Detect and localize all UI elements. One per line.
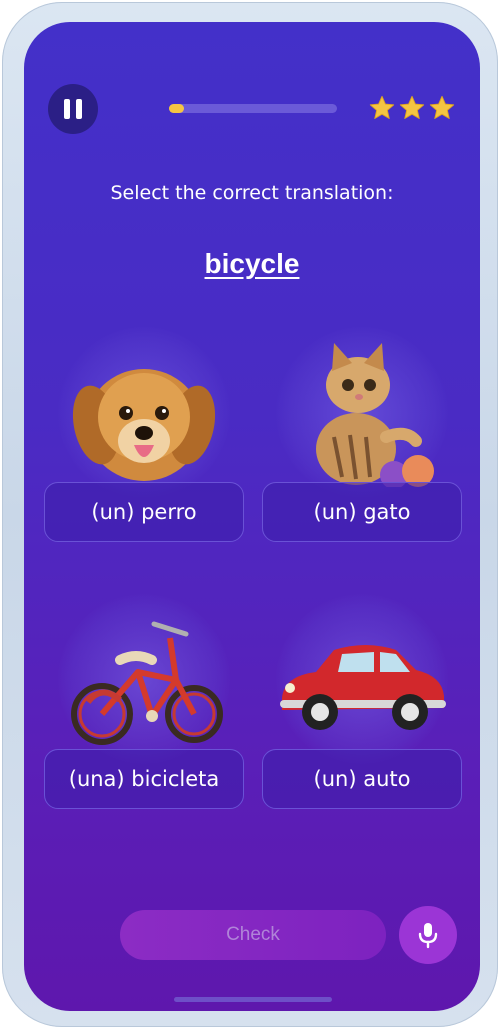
option-label-button[interactable]: (un) perro <box>44 482 244 542</box>
progress-fill <box>169 104 185 113</box>
pause-icon <box>61 99 85 119</box>
car-image <box>280 645 446 730</box>
question-prompt: Select the correct translation: <box>110 182 394 204</box>
option-label-button[interactable]: (una) bicicleta <box>44 749 244 809</box>
option-label-button[interactable]: (un) auto <box>262 749 462 809</box>
phone-frame: Select the correct translation: bicycle … <box>2 2 498 1027</box>
option-label-button[interactable]: (un) gato <box>262 482 462 542</box>
app-screen: Select the correct translation: bicycle … <box>24 22 480 1011</box>
star-icon <box>399 95 425 119</box>
stars-rating <box>368 94 456 122</box>
target-word: bicycle <box>204 248 300 279</box>
microphone-icon <box>418 923 438 949</box>
dog-image <box>72 369 216 481</box>
star-icon <box>369 95 395 119</box>
bicycle-image <box>71 621 223 745</box>
pause-button[interactable] <box>48 84 98 134</box>
cat-image <box>316 343 434 487</box>
star-icon <box>429 95 455 119</box>
microphone-button[interactable] <box>399 906 457 964</box>
lesson-progress-bar <box>169 104 337 113</box>
home-indicator <box>174 997 332 1002</box>
check-button[interactable]: Check <box>120 910 386 960</box>
